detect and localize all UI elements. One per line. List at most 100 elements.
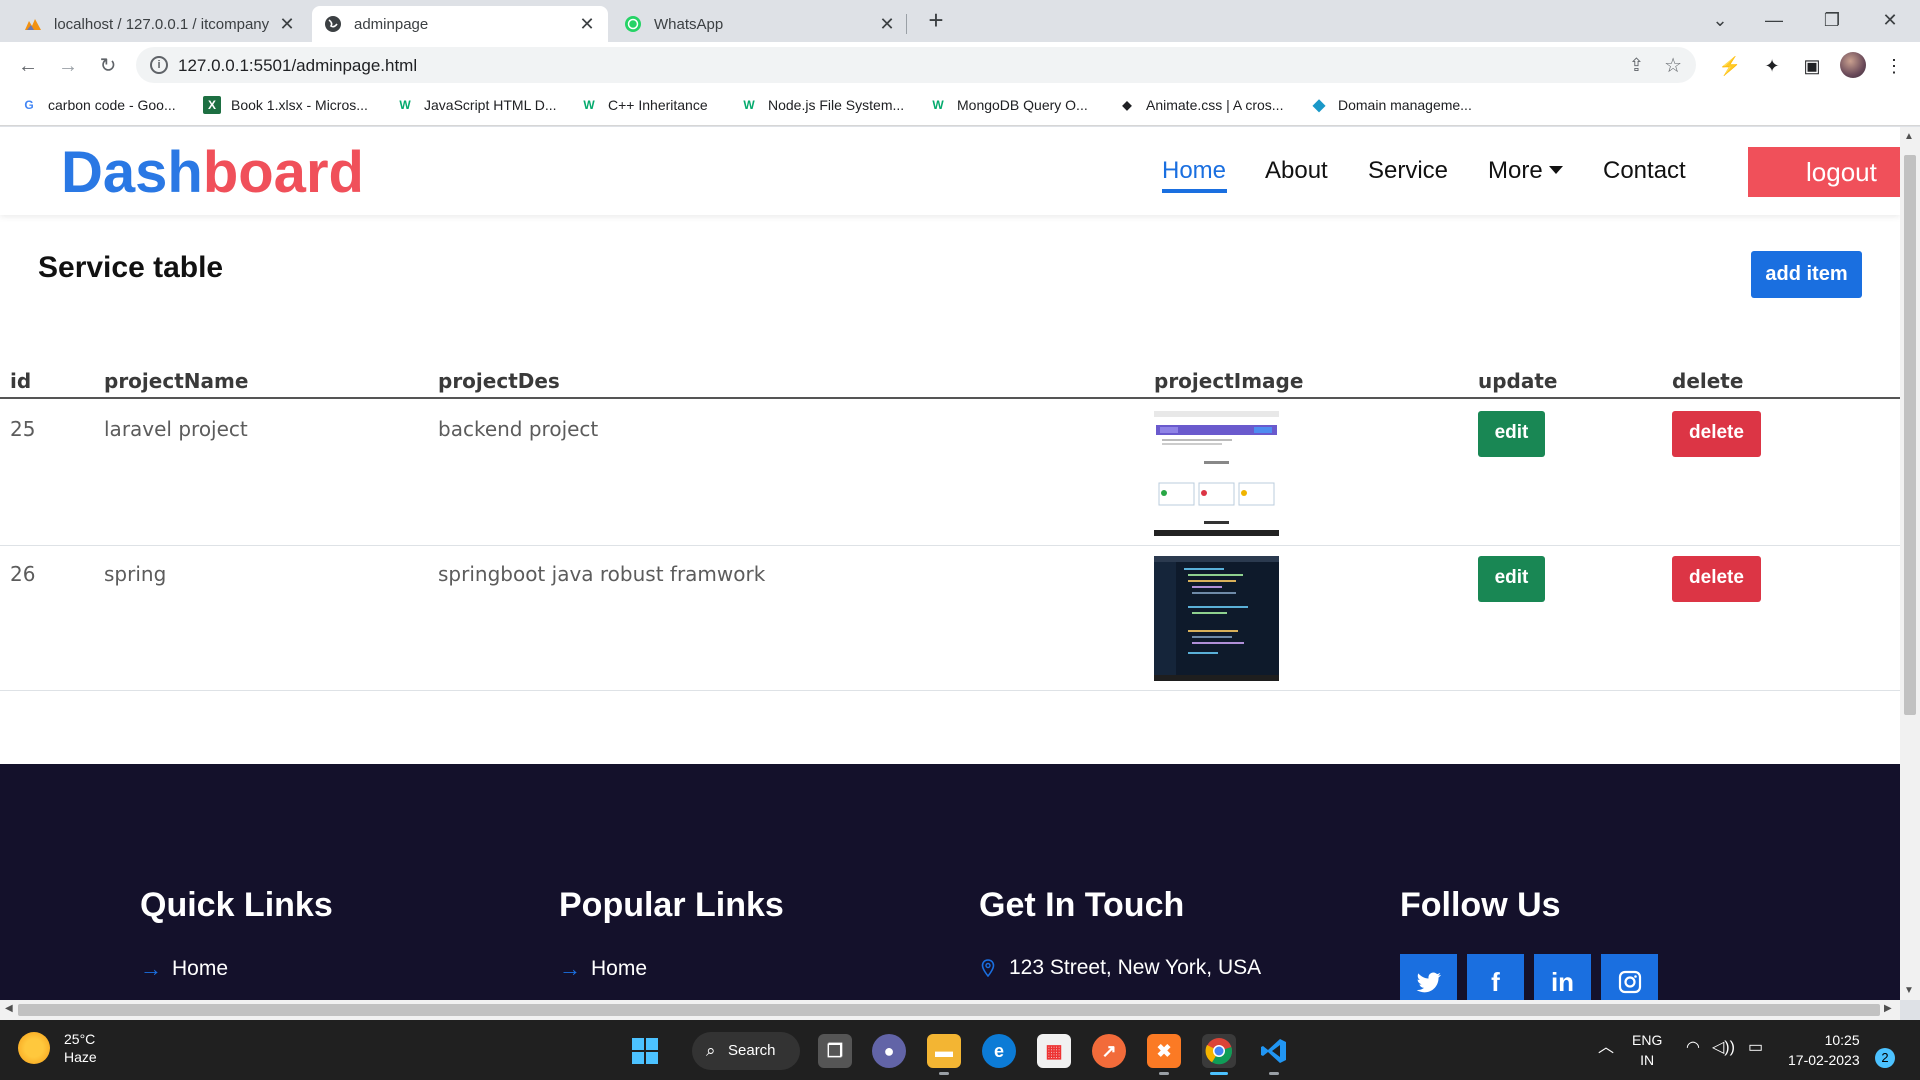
postman-icon[interactable]: ↗ [1092,1034,1126,1068]
vertical-scrollbar[interactable]: ▲ ▼ [1900,127,1920,1000]
page-viewport: Dashboard Home About Service More Contac… [0,127,1900,1000]
task-view-icon[interactable]: ❐ [818,1034,852,1068]
footer-address: 123 Street, New York, USA [981,956,1261,980]
bookmark-javascript[interactable]: W JavaScript HTML D... [396,96,556,114]
file-explorer-icon[interactable]: ▬ [927,1034,961,1068]
footer-heading-quick-links: Quick Links [140,886,333,924]
bookmark-mongodb[interactable]: W MongoDB Query O... [929,96,1087,114]
language-indicator[interactable]: ENG IN [1632,1030,1662,1070]
chrome-icon[interactable] [1202,1034,1236,1068]
close-icon[interactable]: ✕ [878,14,896,35]
scroll-up-icon[interactable]: ▲ [1904,131,1914,142]
footer-link-home[interactable]: → Home [140,956,228,982]
bookmark-star-icon[interactable]: ☆ [1664,53,1682,78]
info-icon[interactable]: i [150,56,168,74]
ms-store-icon[interactable]: ▦ [1037,1034,1071,1068]
restore-button[interactable]: ❐ [1812,6,1852,34]
reload-button[interactable]: ↻ [94,52,122,80]
table-header: id projectName projectDes projectImage u… [0,359,1900,399]
notification-badge[interactable]: 2 [1875,1048,1895,1068]
nav-more-dropdown[interactable]: More [1488,157,1563,185]
clock[interactable]: 10:25 17-02-2023 [1788,1030,1860,1070]
arrow-right-icon: → [140,956,162,981]
facebook-icon[interactable]: f [1467,954,1524,1000]
volume-icon[interactable]: ◁)) [1712,1038,1735,1058]
extension-bolt-icon[interactable]: ⚡ [1718,54,1742,78]
menu-kebab-icon[interactable]: ⋮ [1882,54,1906,78]
nav-service[interactable]: Service [1368,157,1448,185]
tray-overflow-chevron-icon[interactable]: ︿ [1598,1038,1614,1058]
tab-adminpage[interactable]: adminpage ✕ [312,6,608,42]
column-header-id: id [10,369,32,393]
horizontal-scrollbar[interactable]: ◀ ▶ [0,1000,1900,1020]
minimize-button[interactable]: — [1754,6,1794,34]
new-tab-button[interactable]: + [922,6,950,34]
back-button[interactable]: ← [14,52,42,80]
vscode-icon[interactable] [1257,1034,1291,1068]
project-image-thumbnail [1154,411,1279,536]
extensions-puzzle-icon[interactable]: ✦ [1760,54,1784,78]
close-window-button[interactable]: ✕ [1870,6,1910,34]
cell-id: 26 [10,562,36,586]
close-icon[interactable]: ✕ [278,14,296,35]
footer-heading-follow-us: Follow Us [1400,886,1561,924]
bookmark-book1[interactable]: X Book 1.xlsx - Micros... [203,96,368,114]
bookmark-cpp[interactable]: W C++ Inheritance [580,96,707,114]
bookmark-nodejs[interactable]: W Node.js File System... [740,96,904,114]
scroll-down-icon[interactable]: ▼ [1904,985,1914,996]
twitter-icon[interactable] [1400,954,1457,1000]
nav-about[interactable]: About [1265,157,1328,185]
site-footer: Quick Links → Home Popular Links → Home … [0,764,1900,1000]
tab-phpmyadmin[interactable]: localhost / 127.0.0.1 / itcompany ✕ [12,6,308,42]
column-header-projectimage: projectImage [1154,369,1304,393]
bookmark-domain[interactable]: ◆ Domain manageme... [1310,96,1472,114]
edge-icon[interactable]: e [982,1034,1016,1068]
edit-button[interactable]: edit [1478,411,1545,457]
cell-project-name: laravel project [104,417,248,441]
address-bar[interactable]: i 127.0.0.1:5501/adminpage.html ⇪ ☆ [136,47,1696,83]
side-panel-icon[interactable]: ▣ [1800,54,1824,78]
bookmark-animate[interactable]: ◆ Animate.css | A cros... [1118,96,1283,114]
scroll-right-icon[interactable]: ▶ [1884,1003,1892,1014]
animate-icon: ◆ [1122,98,1132,112]
vertical-scroll-thumb[interactable] [1904,155,1916,715]
w3schools-icon: W [743,98,755,112]
battery-icon[interactable]: ▭ [1748,1038,1763,1058]
weather-haze-icon [18,1032,50,1064]
xampp-icon[interactable]: ✖ [1147,1034,1181,1068]
url-text[interactable]: 127.0.0.1:5501/adminpage.html [178,56,417,76]
tab-search-chevron-icon[interactable]: ⌄ [1700,6,1740,34]
nav-contact[interactable]: Contact [1603,157,1686,185]
bookmark-carbon-code[interactable]: G carbon code - Goo... [20,96,175,114]
teams-chat-icon[interactable]: ● [872,1034,906,1068]
windows-start-icon[interactable] [628,1034,662,1068]
share-icon[interactable]: ⇪ [1629,55,1644,76]
profile-avatar[interactable] [1840,52,1866,78]
cell-project-desc: springboot java robust framwork [438,562,766,586]
brand-logo[interactable]: Dashboard [61,139,364,206]
windows-taskbar: 25°C Haze ⌕ Search ❐ ● ▬ e ▦ ↗ ✖ ︿ ENG I… [0,1020,1920,1080]
scroll-left-icon[interactable]: ◀ [5,1003,13,1014]
tab-whatsapp[interactable]: WhatsApp ✕ [612,6,908,42]
logout-button[interactable]: logout [1748,147,1900,197]
delete-button[interactable]: delete [1672,556,1761,602]
phpmyadmin-icon [24,15,42,33]
linkedin-icon[interactable]: in [1534,954,1591,1000]
close-icon[interactable]: ✕ [578,14,596,35]
add-item-button[interactable]: add item [1751,251,1862,298]
forward-button[interactable]: → [54,52,82,80]
instagram-icon[interactable] [1601,954,1658,1000]
nav-home[interactable]: Home [1162,157,1226,185]
globe-icon [324,15,342,33]
weather-widget[interactable]: 25°C Haze [18,1030,97,1066]
table-row: 25 laravel project backend project edit … [0,401,1900,546]
taskbar-search[interactable]: ⌕ Search [692,1032,800,1070]
edit-button[interactable]: edit [1478,556,1545,602]
horizontal-scroll-thumb[interactable] [18,1004,1880,1016]
wifi-icon[interactable]: ◠ [1686,1038,1700,1058]
w3schools-icon: W [399,98,411,112]
footer-link-home[interactable]: → Home [559,956,647,982]
footer-heading-get-in-touch: Get In Touch [979,886,1185,924]
delete-button[interactable]: delete [1672,411,1761,457]
column-header-projectdes: projectDes [438,369,560,393]
